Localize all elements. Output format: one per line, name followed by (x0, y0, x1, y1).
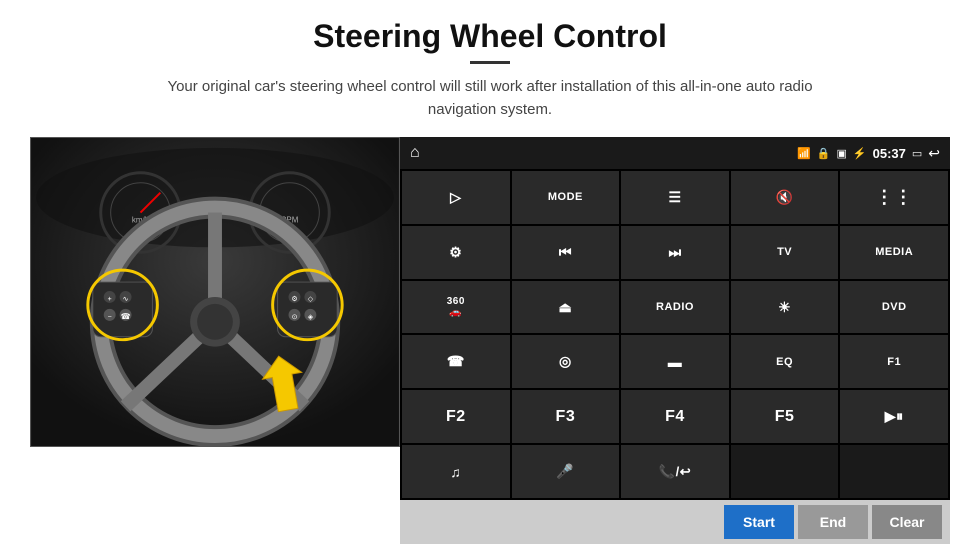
svg-text:+: + (108, 296, 112, 303)
action-bar: Start End Clear (400, 500, 950, 544)
lock-icon: 🔒 (817, 147, 831, 160)
btn-navi[interactable]: ◎ (512, 335, 620, 388)
btn-f5[interactable]: F5 (731, 390, 839, 443)
btn-next[interactable]: ⏭ (621, 226, 729, 279)
btn-radio[interactable]: RADIO (621, 281, 729, 334)
status-right: 📶 🔒 ▣ ⚡ 05:37 ▭ ↩ (797, 145, 940, 162)
btn-call[interactable]: 📞/↩ (621, 445, 729, 498)
page-title: Steering Wheel Control (313, 18, 667, 55)
btn-band[interactable]: ▬ (621, 335, 729, 388)
btn-media[interactable]: MEDIA (840, 226, 948, 279)
btn-brightness[interactable]: ☀ (731, 281, 839, 334)
svg-text:⚙: ⚙ (291, 295, 297, 303)
btn-playpause[interactable]: ▶⏸ (840, 390, 948, 443)
monitor-icon: ▭ (912, 147, 922, 160)
btn-f1[interactable]: F1 (840, 335, 948, 388)
control-panel: ⌂ 📶 🔒 ▣ ⚡ 05:37 ▭ ↩ ▷ MODE ☰ 🔇 (400, 137, 950, 544)
btn-mic[interactable]: 🎤 (512, 445, 620, 498)
clear-button[interactable]: Clear (872, 505, 942, 539)
btn-navigate[interactable]: ▷ (402, 171, 510, 224)
btn-empty1 (731, 445, 839, 498)
btn-apps[interactable]: ⋮⋮ (840, 171, 948, 224)
btn-dvd[interactable]: DVD (840, 281, 948, 334)
svg-text:◇: ◇ (308, 296, 314, 303)
page-subtitle: Your original car's steering wheel contr… (140, 76, 840, 121)
btn-tv[interactable]: TV (731, 226, 839, 279)
btn-list[interactable]: ☰ (621, 171, 729, 224)
back-icon[interactable]: ↩ (928, 145, 940, 162)
btn-f4[interactable]: F4 (621, 390, 729, 443)
button-grid: ▷ MODE ☰ 🔇 ⋮⋮ ⚙ ⏮ ⏭ TV MEDIA 360🚗 ⏏ RADI… (400, 169, 950, 500)
btn-eject[interactable]: ⏏ (512, 281, 620, 334)
btn-music[interactable]: ♫ (402, 445, 510, 498)
svg-text:−: − (108, 314, 112, 321)
btn-f3[interactable]: F3 (512, 390, 620, 443)
status-bar: ⌂ 📶 🔒 ▣ ⚡ 05:37 ▭ ↩ (400, 137, 950, 169)
steering-wheel-image: km/h RPM (30, 137, 400, 447)
btn-settings[interactable]: ⚙ (402, 226, 510, 279)
btn-empty2 (840, 445, 948, 498)
wifi-icon: 📶 (797, 147, 811, 160)
btn-eq[interactable]: EQ (731, 335, 839, 388)
svg-text:◈: ◈ (308, 314, 314, 321)
content-row: km/h RPM (30, 137, 950, 544)
svg-text:☎: ☎ (121, 312, 131, 321)
status-time: 05:37 (873, 146, 906, 161)
home-icon[interactable]: ⌂ (410, 144, 420, 162)
btn-phone[interactable]: ☎ (402, 335, 510, 388)
bluetooth-icon: ⚡ (853, 147, 867, 160)
btn-mute[interactable]: 🔇 (731, 171, 839, 224)
status-left: ⌂ (410, 144, 420, 162)
svg-text:∿: ∿ (123, 296, 129, 303)
end-button[interactable]: End (798, 505, 868, 539)
sim-icon: ▣ (837, 147, 847, 160)
start-button[interactable]: Start (724, 505, 794, 539)
btn-prev[interactable]: ⏮ (512, 226, 620, 279)
btn-mode[interactable]: MODE (512, 171, 620, 224)
page-container: Steering Wheel Control Your original car… (0, 0, 980, 544)
btn-360[interactable]: 360🚗 (402, 281, 510, 334)
title-divider (470, 61, 510, 64)
svg-text:⊙: ⊙ (292, 314, 298, 321)
btn-f2[interactable]: F2 (402, 390, 510, 443)
